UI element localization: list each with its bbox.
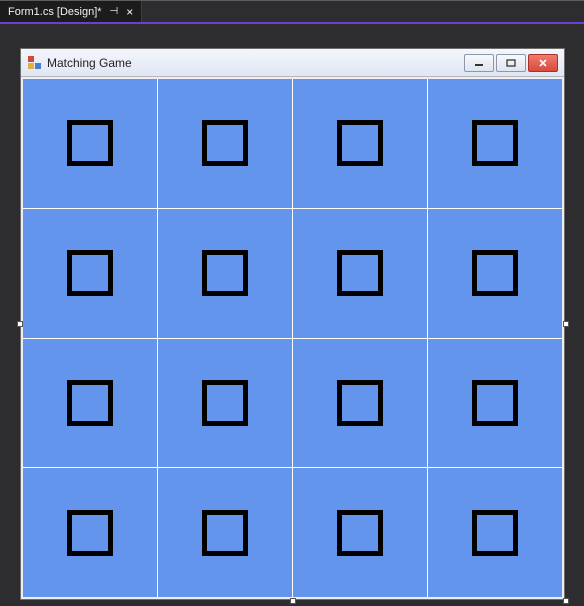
maximize-button[interactable]	[496, 54, 526, 72]
resize-handle-right[interactable]	[563, 321, 569, 327]
square-icon	[337, 250, 383, 296]
square-icon	[202, 250, 248, 296]
grid-cell[interactable]	[158, 339, 292, 468]
grid-cell[interactable]	[23, 79, 157, 208]
grid-cell[interactable]	[428, 468, 562, 597]
grid-cell[interactable]	[158, 209, 292, 338]
minimize-button[interactable]	[464, 54, 494, 72]
square-icon	[337, 510, 383, 556]
grid-cell[interactable]	[293, 79, 427, 208]
form-titlebar: Matching Game	[21, 49, 564, 77]
grid-cell[interactable]	[158, 468, 292, 597]
maximize-icon	[506, 59, 516, 67]
square-icon	[472, 120, 518, 166]
grid-cell[interactable]	[428, 339, 562, 468]
grid-cell[interactable]	[293, 339, 427, 468]
square-icon	[67, 380, 113, 426]
grid-cell[interactable]	[293, 468, 427, 597]
form-client-area	[21, 77, 564, 599]
form-title: Matching Game	[47, 56, 458, 70]
document-tab-label: Form1.cs [Design]*	[8, 6, 102, 18]
resize-handle-bottom-right[interactable]	[563, 598, 569, 604]
minimize-icon	[474, 59, 484, 67]
square-icon	[202, 120, 248, 166]
square-icon	[472, 510, 518, 556]
grid-cell[interactable]	[23, 339, 157, 468]
grid-cell[interactable]	[158, 79, 292, 208]
document-tab-strip: Form1.cs [Design]* ⊣ ×	[0, 0, 584, 24]
grid-cell[interactable]	[428, 209, 562, 338]
square-icon	[202, 510, 248, 556]
document-tab-form1[interactable]: Form1.cs [Design]* ⊣ ×	[0, 1, 142, 22]
windows-form[interactable]: Matching Game	[20, 48, 565, 600]
grid-cell[interactable]	[293, 209, 427, 338]
close-x-icon	[538, 59, 548, 67]
grid-cell[interactable]	[23, 468, 157, 597]
square-icon	[202, 380, 248, 426]
designer-surface[interactable]: Matching Game	[0, 24, 584, 604]
grid-cell[interactable]	[23, 209, 157, 338]
square-icon	[337, 380, 383, 426]
square-icon	[67, 250, 113, 296]
window-buttons	[464, 54, 558, 72]
square-icon	[67, 120, 113, 166]
grid-cell[interactable]	[428, 79, 562, 208]
resize-handle-bottom[interactable]	[290, 598, 296, 604]
square-icon	[472, 380, 518, 426]
table-layout-panel[interactable]	[23, 79, 562, 597]
square-icon	[472, 250, 518, 296]
square-icon	[67, 510, 113, 556]
close-button[interactable]	[528, 54, 558, 72]
pin-icon[interactable]: ⊣	[110, 6, 119, 17]
form-icon	[27, 56, 41, 70]
square-icon	[337, 120, 383, 166]
resize-handle-left[interactable]	[17, 321, 23, 327]
close-icon[interactable]: ×	[126, 5, 133, 19]
